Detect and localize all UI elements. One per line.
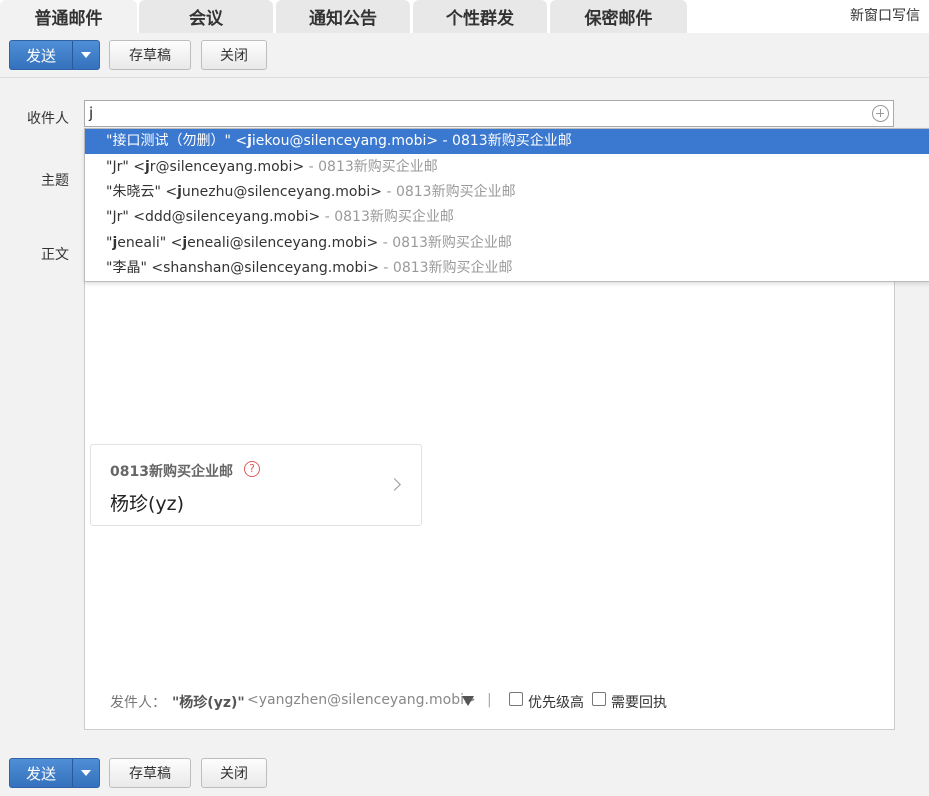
suggestion-name: "jeneali" — [106, 235, 167, 251]
receipt-checkbox[interactable] — [592, 692, 606, 706]
suggestion-company: - 0813新购买企业邮 — [320, 209, 454, 225]
suggestion-item[interactable]: "jeneali" <jeneali@silenceyang.mobi> - 0… — [85, 231, 929, 256]
tab-label: 通知公告 — [309, 9, 377, 29]
suggestion-name: "李晶" — [106, 260, 147, 276]
caret-down-icon — [81, 52, 91, 58]
priority-label: 优先级高 — [528, 695, 584, 711]
tab-label: 保密邮件 — [584, 9, 653, 29]
suggestion-email: <jiekou@silenceyang.mobi> — [230, 133, 439, 149]
suggestion-item[interactable]: "李晶" <shanshan@silenceyang.mobi> - 0813新… — [85, 256, 929, 281]
tab-confidential-mail[interactable]: 保密邮件 — [550, 0, 687, 33]
new-window-compose-link[interactable]: 新窗口写信 — [850, 5, 920, 25]
send-button-group: 发送 — [9, 40, 100, 70]
subject-label: 主题 — [41, 173, 69, 189]
tab-label: 会议 — [189, 9, 223, 29]
chevron-right-icon — [388, 478, 401, 491]
close-button[interactable]: 关闭 — [201, 758, 267, 788]
suggestion-email: <ddd@silenceyang.mobi> — [128, 209, 321, 225]
suggestion-email: <jeneali@silenceyang.mobi> — [166, 235, 379, 251]
recipient-suggestion-list: "接口测试（勿删）" <jiekou@silenceyang.mobi> - 0… — [84, 128, 929, 282]
suggestion-name: "朱晓云" — [106, 184, 161, 200]
suggestion-company: - 0813新购买企业邮 — [304, 159, 438, 175]
tab-meeting[interactable]: 会议 — [139, 0, 273, 33]
save-draft-button[interactable]: 存草稿 — [109, 40, 191, 70]
tab-label: 普通邮件 — [34, 9, 103, 29]
help-icon[interactable]: ? — [244, 461, 260, 477]
suggestion-item[interactable]: "Jr" <jr@silenceyang.mobi> - 0813新购买企业邮 — [85, 155, 929, 180]
send-button-group: 发送 — [9, 758, 100, 788]
tab-label: 个性群发 — [446, 9, 514, 29]
send-options-dropdown[interactable] — [72, 758, 100, 788]
recipient-label: 收件人 — [27, 111, 69, 127]
signature-card[interactable]: 0813新购买企业邮 ? 杨珍(yz) — [90, 444, 422, 526]
send-button[interactable]: 发送 — [9, 758, 72, 788]
suggestion-email: <shanshan@silenceyang.mobi> — [146, 260, 379, 276]
suggestion-company: - 0813新购买企业邮 — [382, 184, 516, 200]
caret-down-icon — [81, 770, 91, 776]
send-button[interactable]: 发送 — [9, 40, 72, 70]
separator: | — [487, 692, 492, 708]
suggestion-email: <jr@silenceyang.mobi> — [128, 159, 305, 175]
priority-checkbox[interactable] — [509, 692, 523, 706]
sender-label: 发件人： — [110, 695, 166, 711]
receipt-label: 需要回执 — [611, 695, 667, 711]
suggestion-email: <junezhu@silenceyang.mobi> — [160, 184, 382, 200]
body-label: 正文 — [41, 247, 69, 263]
tab-personalized-mass[interactable]: 个性群发 — [413, 0, 547, 33]
top-toolbar: 发送 存草稿 关闭 — [0, 33, 929, 78]
recipient-input[interactable]: j — [84, 100, 894, 127]
compose-tab-bar: 普通邮件 会议 通知公告 个性群发 保密邮件 新窗口写信 — [0, 0, 929, 33]
send-options-dropdown[interactable] — [72, 40, 100, 70]
suggestion-name: "Jr" — [106, 159, 129, 175]
suggestion-item[interactable]: "朱晓云" <junezhu@silenceyang.mobi> - 0813新… — [85, 180, 929, 205]
signature-company: 0813新购买企业邮 — [110, 464, 233, 480]
sender-dropdown-icon[interactable] — [462, 696, 474, 706]
add-contact-icon[interactable] — [872, 105, 889, 122]
suggestion-company: - 0813新购买企业邮 — [378, 260, 513, 276]
suggestion-name: "接口测试（勿删）" — [106, 133, 231, 149]
close-button[interactable]: 关闭 — [201, 40, 267, 70]
sender-name: "杨珍(yz)" — [172, 695, 245, 711]
recipient-typed-text: j — [89, 104, 94, 122]
tab-normal-mail[interactable]: 普通邮件 — [0, 0, 137, 33]
signature-name: 杨珍(yz) — [110, 493, 185, 515]
suggestion-name: "Jr" — [106, 209, 129, 225]
suggestion-item[interactable]: "Jr" <ddd@silenceyang.mobi> - 0813新购买企业邮 — [85, 205, 929, 230]
suggestion-company: - 0813新购买企业邮 — [378, 235, 512, 251]
tab-notice[interactable]: 通知公告 — [276, 0, 410, 33]
bottom-toolbar: 发送 存草稿 关闭 — [0, 751, 929, 796]
sender-email: <yangzhen@silenceyang.mobi> — [247, 692, 476, 708]
suggestion-item[interactable]: "接口测试（勿删）" <jiekou@silenceyang.mobi> - 0… — [85, 129, 929, 154]
save-draft-button[interactable]: 存草稿 — [109, 758, 191, 788]
suggestion-company: - 0813新购买企业邮 — [438, 133, 572, 149]
